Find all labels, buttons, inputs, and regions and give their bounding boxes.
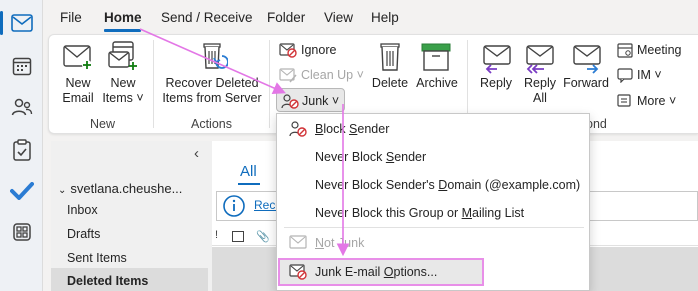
annotation-arrows bbox=[139, 28, 350, 257]
arrow-home-to-junk bbox=[139, 28, 286, 94]
